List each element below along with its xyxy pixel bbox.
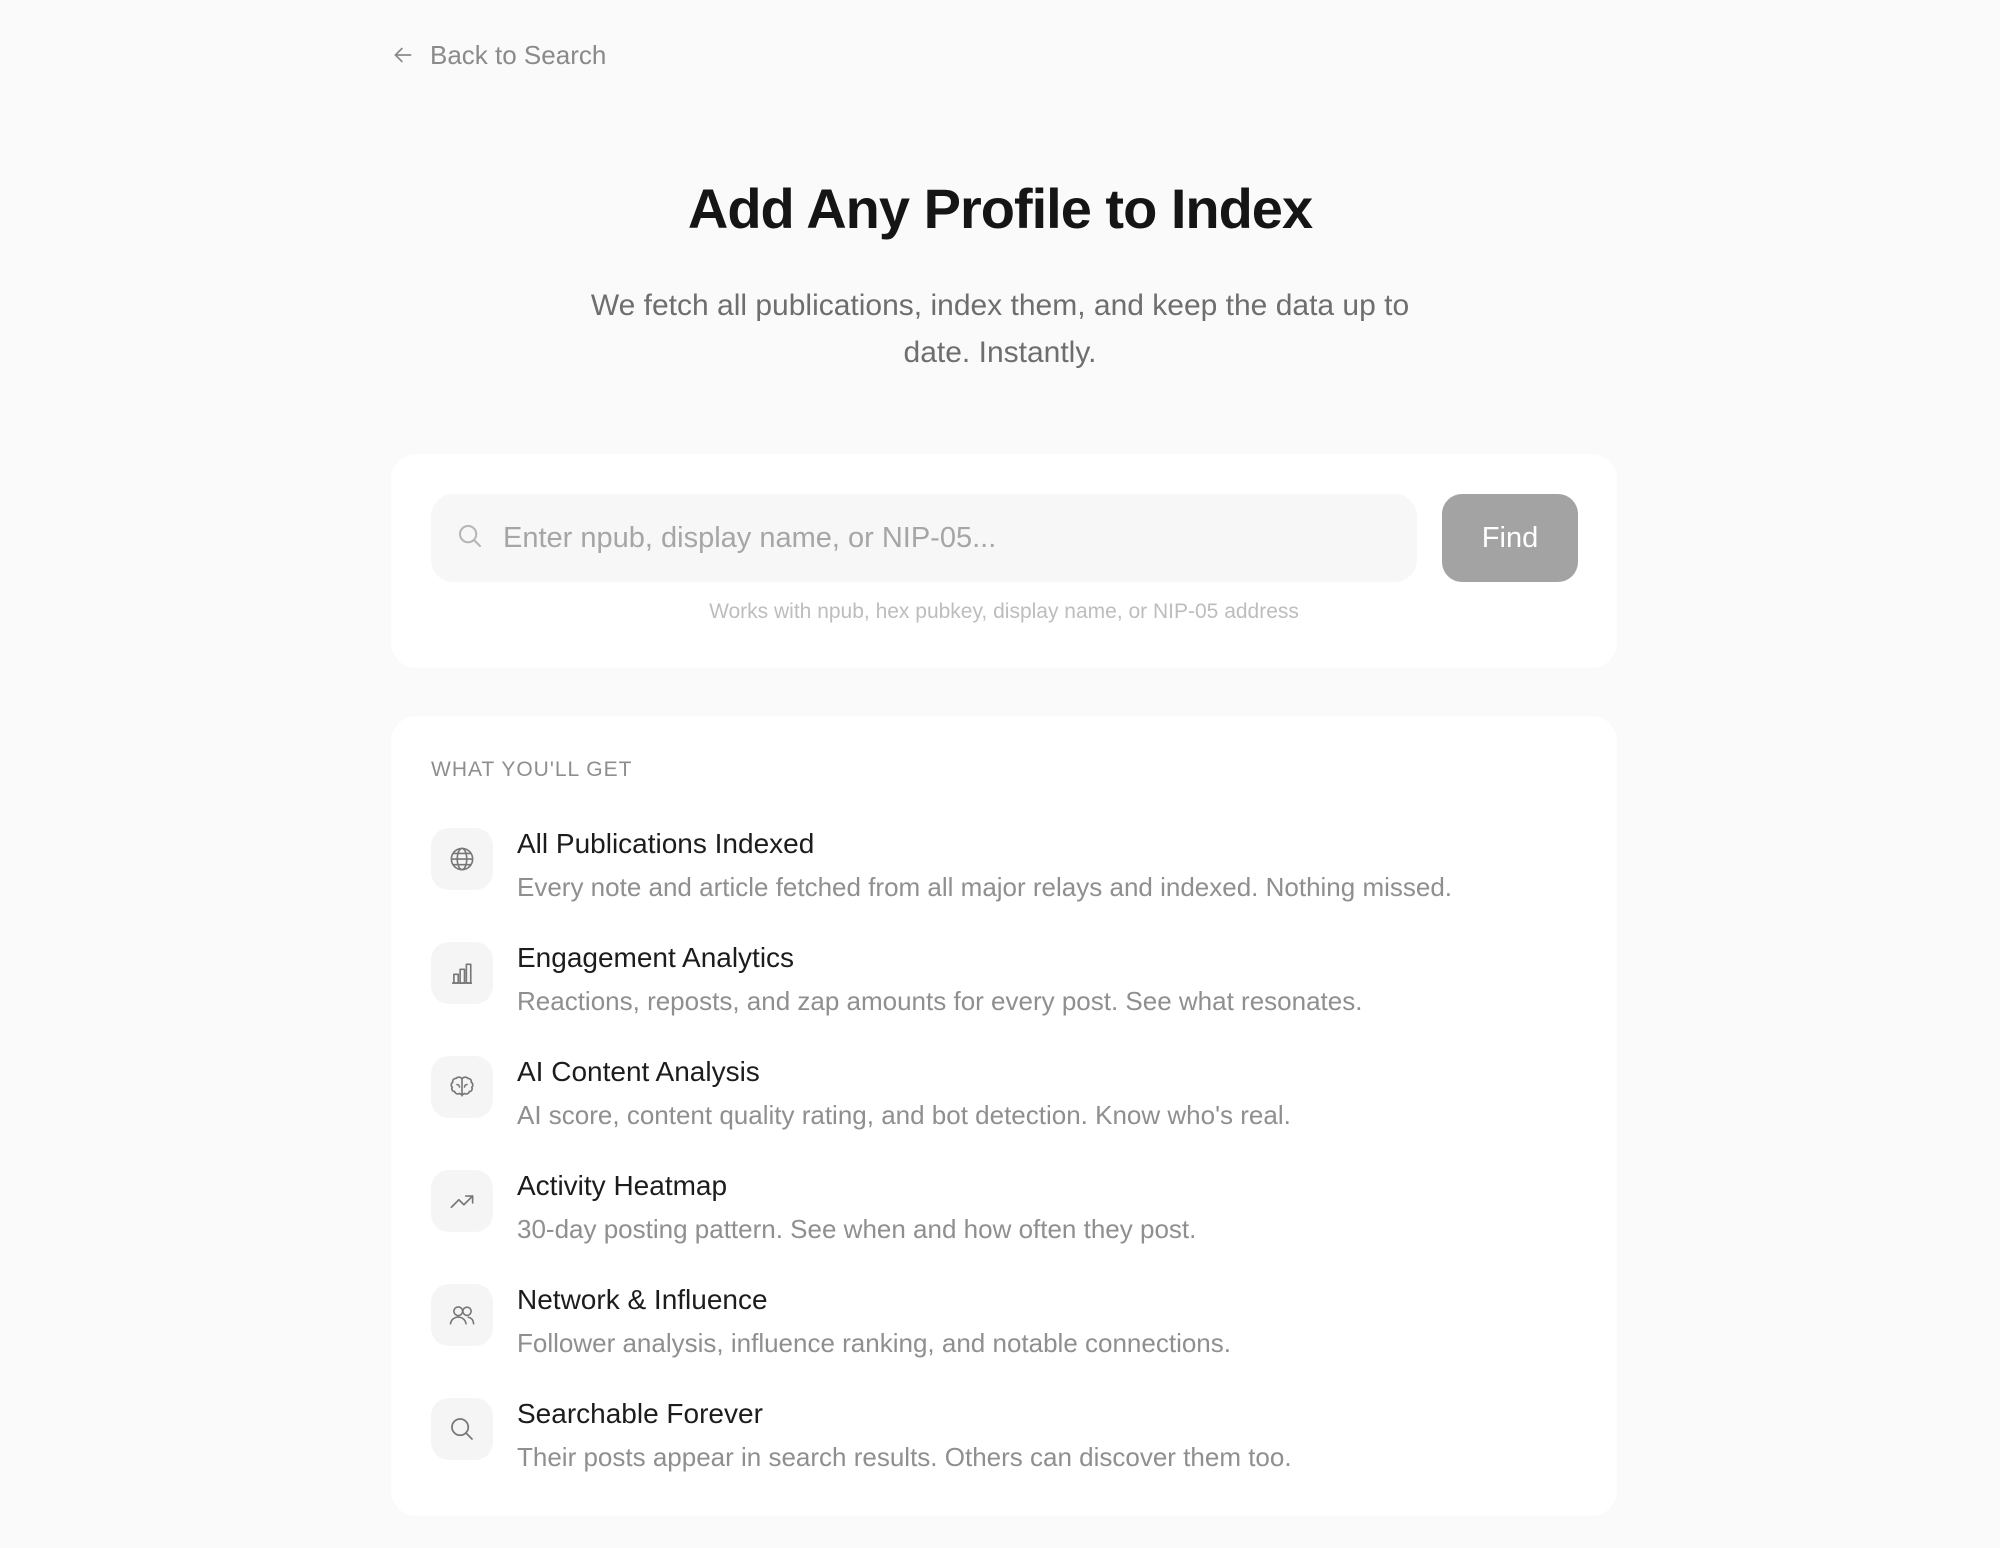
feature-title: Searchable Forever xyxy=(517,1398,763,1429)
feature-description: Reactions, reposts, and zap amounts for … xyxy=(517,986,1363,1016)
page-title: Add Any Profile to Index xyxy=(687,177,1313,240)
feature-description: Every note and article fetched from all … xyxy=(517,872,1453,902)
globe-icon xyxy=(431,828,493,890)
feature-item: Activity Heatmap 30-day posting pattern.… xyxy=(431,1170,1581,1284)
trending-up-icon xyxy=(431,1170,493,1232)
feature-title: Network & Influence xyxy=(517,1284,768,1315)
search-hint: Works with npub, hex pubkey, display nam… xyxy=(709,600,1299,623)
brain-icon xyxy=(431,1056,493,1118)
find-button[interactable]: Find xyxy=(1442,494,1578,582)
feature-list: All Publications Indexed Every note and … xyxy=(431,828,1581,1512)
feature-description: 30-day posting pattern. See when and how… xyxy=(517,1214,1197,1244)
feature-title: Activity Heatmap xyxy=(517,1170,728,1201)
search-field[interactable] xyxy=(431,494,1417,582)
feature-item: Network & Influence Follower analysis, i… xyxy=(431,1284,1581,1398)
search-card: Find Works with npub, hex pubkey, displa… xyxy=(391,454,1617,668)
feature-title: AI Content Analysis xyxy=(517,1056,760,1087)
feature-description: Their posts appear in search results. Ot… xyxy=(517,1442,1292,1472)
feature-description: AI score, content quality rating, and bo… xyxy=(517,1100,1291,1130)
search-input[interactable] xyxy=(503,521,1403,555)
page-subtitle: We fetch all publications, index them, a… xyxy=(590,289,1410,369)
feature-description: Follower analysis, influence ranking, an… xyxy=(517,1328,1231,1358)
feature-item: Searchable Forever Their posts appear in… xyxy=(431,1398,1581,1512)
back-to-search-link[interactable]: Back to Search xyxy=(390,36,606,74)
section-label: WHAT YOU'LL GET xyxy=(431,758,633,781)
feature-title: All Publications Indexed xyxy=(517,828,815,859)
back-link-label: Back to Search xyxy=(430,39,607,70)
users-icon xyxy=(431,1284,493,1346)
arrow-left-icon xyxy=(390,42,416,68)
feature-item: All Publications Indexed Every note and … xyxy=(431,828,1581,942)
feature-item: Engagement Analytics Reactions, reposts,… xyxy=(431,942,1581,1056)
feature-item: AI Content Analysis AI score, content qu… xyxy=(431,1056,1581,1170)
bar-chart-icon xyxy=(431,942,493,1004)
features-card: WHAT YOU'LL GET All Publications Indexed… xyxy=(391,716,1617,1516)
page: Back to Search Add Any Profile to Index … xyxy=(0,0,2000,1548)
search-icon xyxy=(431,1398,493,1460)
search-icon xyxy=(455,521,485,556)
feature-title: Engagement Analytics xyxy=(517,942,795,973)
